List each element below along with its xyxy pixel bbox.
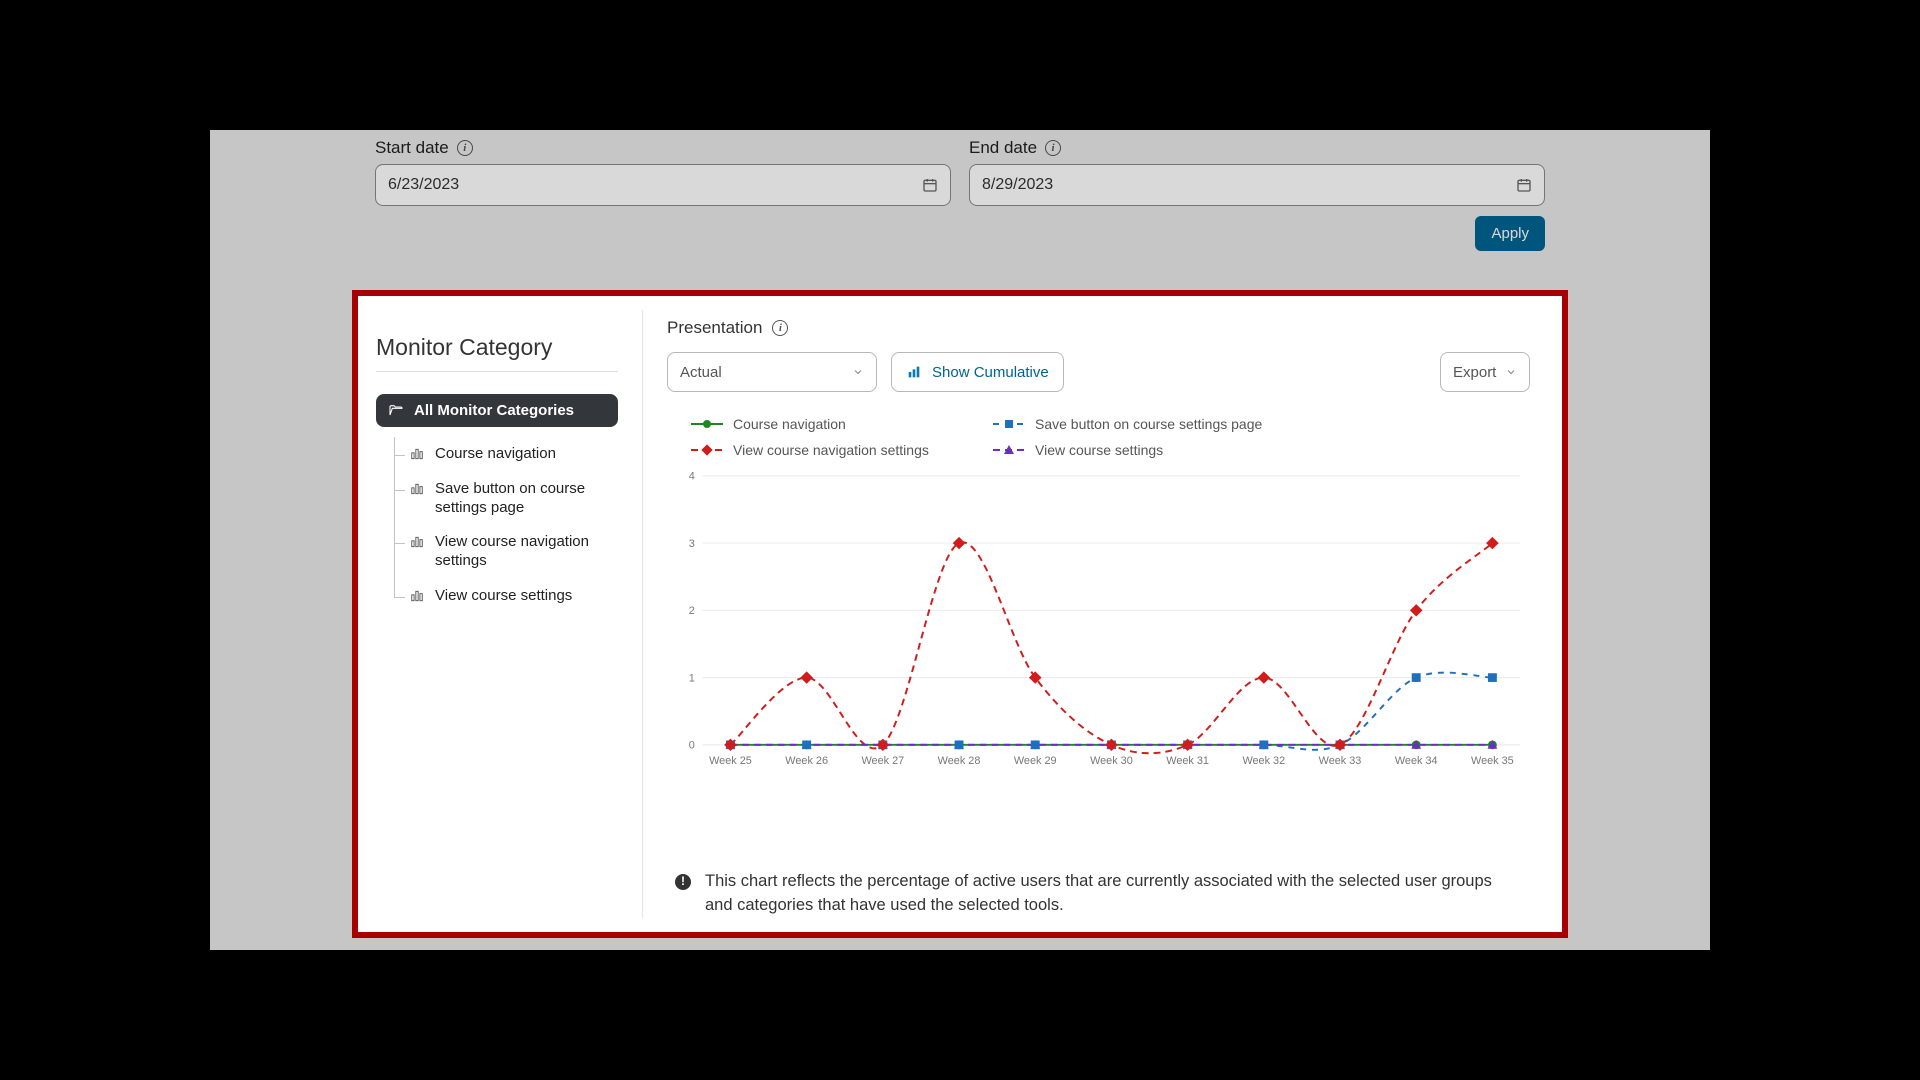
line-chart: 0 1 2 3 4 Week 25 Week 26 Week 27 Week 28 Week 29… xyxy=(679,470,1530,770)
bar-chart-icon xyxy=(409,589,425,603)
export-button[interactable]: Export xyxy=(1440,352,1530,392)
svg-text:2: 2 xyxy=(689,605,695,617)
apply-button[interactable]: Apply xyxy=(1475,216,1545,251)
chart-legend: Course navigation Save button on course s… xyxy=(667,416,1530,458)
bar-chart-icon xyxy=(409,482,425,496)
chart-note: ! This chart reflects the percentage of … xyxy=(667,852,1530,918)
svg-text:Week 35: Week 35 xyxy=(1471,755,1514,767)
chevron-down-icon xyxy=(1505,366,1517,378)
sidebar-item[interactable]: View course settings xyxy=(395,579,618,614)
legend-label: View course navigation settings xyxy=(733,442,929,458)
sidebar-item[interactable]: View course navigation settings xyxy=(395,525,618,579)
info-icon[interactable]: i xyxy=(772,320,788,336)
legend-label: View course settings xyxy=(1035,442,1163,458)
svg-text:1: 1 xyxy=(689,673,695,685)
svg-text:Week 33: Week 33 xyxy=(1319,755,1362,767)
alert-icon: ! xyxy=(675,874,691,890)
bar-chart-icon xyxy=(409,535,425,549)
sidebar-item-label: View course settings xyxy=(435,587,572,606)
sidebar-title: Monitor Category xyxy=(376,334,618,372)
end-date-input[interactable]: 8/29/2023 xyxy=(969,164,1545,206)
info-icon[interactable]: i xyxy=(457,140,473,156)
legend-swatch xyxy=(691,417,723,431)
folder-open-icon xyxy=(388,403,404,419)
sidebar-item-label: View course navigation settings xyxy=(435,533,612,571)
chevron-down-icon xyxy=(852,366,864,378)
start-date-label-text: Start date xyxy=(375,138,449,158)
legend-label: Save button on course settings page xyxy=(1035,416,1262,432)
start-date-value: 6/23/2023 xyxy=(388,176,459,194)
calendar-icon xyxy=(922,177,938,193)
legend-item[interactable]: Save button on course settings page xyxy=(993,416,1293,432)
legend-item[interactable]: View course navigation settings xyxy=(691,442,971,458)
start-date-label: Start date i xyxy=(375,132,951,158)
chart-note-text: This chart reflects the percentage of ac… xyxy=(705,870,1522,918)
presentation-mode-value: Actual xyxy=(680,364,722,381)
monitor-category-sidebar: Monitor Category All Monitor Categories … xyxy=(358,310,643,918)
legend-item[interactable]: Course navigation xyxy=(691,416,971,432)
legend-swatch xyxy=(993,417,1025,431)
svg-text:4: 4 xyxy=(689,471,695,483)
end-date-value: 8/29/2023 xyxy=(982,176,1053,194)
svg-text:Week 26: Week 26 xyxy=(785,755,828,767)
presentation-mode-select[interactable]: Actual xyxy=(667,352,877,392)
end-date-label-text: End date xyxy=(969,138,1037,158)
export-label: Export xyxy=(1453,364,1496,381)
legend-label: Course navigation xyxy=(733,416,846,432)
info-icon[interactable]: i xyxy=(1045,140,1061,156)
legend-swatch xyxy=(993,443,1025,457)
svg-text:Week 25: Week 25 xyxy=(709,755,752,767)
svg-text:0: 0 xyxy=(689,740,695,752)
svg-text:Week 27: Week 27 xyxy=(861,755,904,767)
svg-text:Week 30: Week 30 xyxy=(1090,755,1133,767)
svg-text:3: 3 xyxy=(689,538,695,550)
bar-chart-icon xyxy=(906,364,922,380)
svg-text:Week 34: Week 34 xyxy=(1395,755,1438,767)
chart-section: Presentation i Actual Show Cumulative xyxy=(643,310,1562,918)
sidebar-item-all-categories[interactable]: All Monitor Categories xyxy=(376,394,618,427)
svg-text:Week 31: Week 31 xyxy=(1166,755,1209,767)
show-cumulative-label: Show Cumulative xyxy=(932,364,1049,381)
sidebar-item-label: Course navigation xyxy=(435,445,556,464)
bar-chart-icon xyxy=(409,447,425,461)
sidebar-item[interactable]: Save button on course settings page xyxy=(395,472,618,526)
svg-text:Week 32: Week 32 xyxy=(1242,755,1285,767)
sidebar-root-label: All Monitor Categories xyxy=(414,402,574,419)
date-filters: Start date i 6/23/2023 End date i 8/29/2… xyxy=(210,130,1710,206)
end-date-label: End date i xyxy=(969,132,1545,158)
sidebar-item[interactable]: Course navigation xyxy=(395,437,618,472)
calendar-icon xyxy=(1516,177,1532,193)
legend-item[interactable]: View course settings xyxy=(993,442,1293,458)
legend-swatch xyxy=(691,443,723,457)
presentation-label: Presentation xyxy=(667,318,762,338)
show-cumulative-button[interactable]: Show Cumulative xyxy=(891,352,1064,392)
svg-text:Week 29: Week 29 xyxy=(1014,755,1057,767)
monitor-panel: Monitor Category All Monitor Categories … xyxy=(352,290,1568,938)
sidebar-item-label: Save button on course settings page xyxy=(435,480,612,518)
start-date-input[interactable]: 6/23/2023 xyxy=(375,164,951,206)
svg-text:Week 28: Week 28 xyxy=(938,755,981,767)
